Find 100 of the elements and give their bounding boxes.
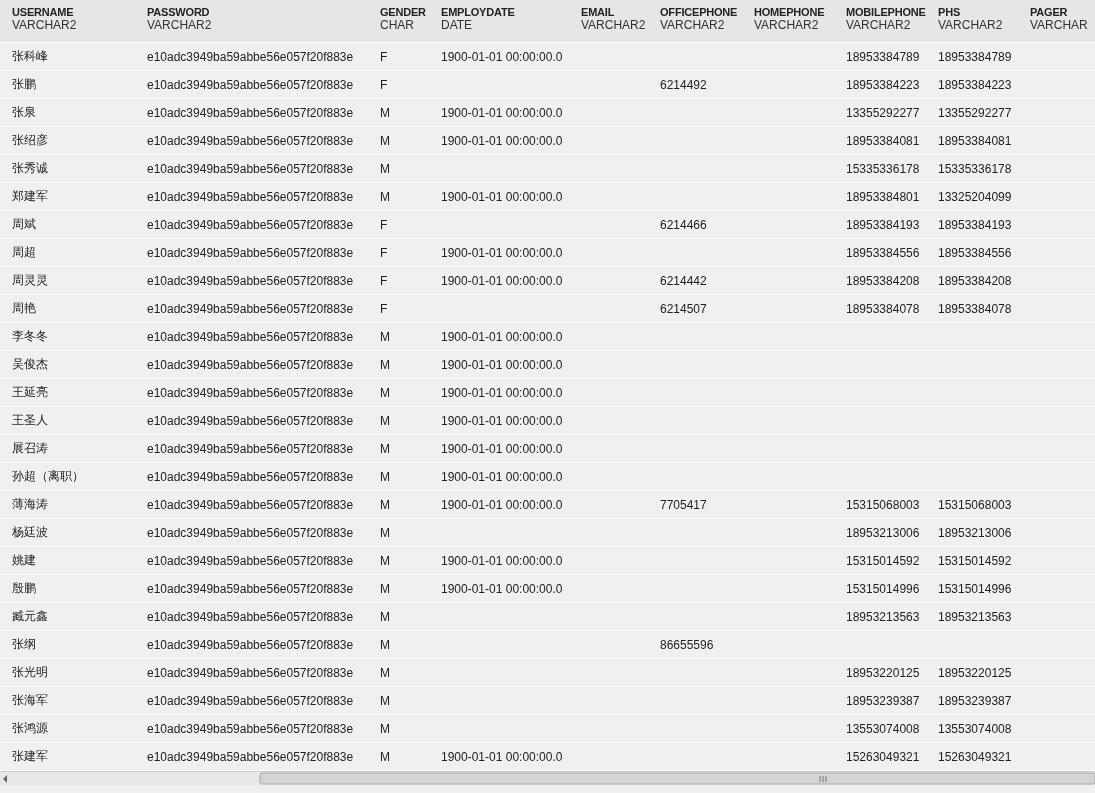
table-cell: 15315068003 [846, 497, 920, 512]
table-cell: 张绍彦 [12, 132, 48, 149]
table-cell: 展召涛 [12, 440, 48, 457]
table-cell: 18953213563 [846, 609, 920, 624]
table-cell: 张海军 [12, 692, 48, 709]
table-cell: e10adc3949ba59abbe56e057f20f883e [147, 637, 354, 652]
table-cell: M [380, 721, 390, 736]
table-cell: M [380, 665, 390, 680]
table-cell: 15263049321 [938, 749, 1012, 764]
table-cell: 18953384208 [846, 273, 920, 288]
table-cell: 1900-01-01 00:00:00.0 [441, 329, 563, 344]
column-type: VARCHAR2 [147, 18, 212, 32]
table-cell: 18953213006 [846, 525, 920, 540]
table-cell: e10adc3949ba59abbe56e057f20f883e [147, 217, 354, 232]
column-name[interactable]: EMPLOYDATE [441, 6, 515, 18]
table-cell: M [380, 497, 390, 512]
column-name[interactable]: HOMEPHONE [754, 6, 825, 18]
table-cell: M [380, 357, 390, 372]
column-name[interactable]: MOBILEPHONE [846, 6, 926, 18]
table-cell: M [380, 693, 390, 708]
table-cell: 1900-01-01 00:00:00.0 [441, 189, 563, 204]
table-cell: 吴俊杰 [12, 356, 48, 373]
table-cell: F [380, 245, 388, 260]
table-cell: 18953220125 [846, 665, 920, 680]
table-cell: 周斌 [12, 216, 36, 233]
table-cell: M [380, 609, 390, 624]
table-cell: M [380, 469, 390, 484]
table-cell: 18953213006 [938, 525, 1012, 540]
table-cell: e10adc3949ba59abbe56e057f20f883e [147, 329, 354, 344]
table-cell: 李冬冬 [12, 328, 48, 345]
table-cell: 6214466 [660, 217, 707, 232]
table-cell: 18953384223 [846, 77, 920, 92]
table-cell: 6214442 [660, 273, 707, 288]
column-type: CHAR [380, 18, 414, 32]
table-cell: 1900-01-01 00:00:00.0 [441, 441, 563, 456]
table-cell: e10adc3949ba59abbe56e057f20f883e [147, 693, 354, 708]
table-cell: 13355292277 [938, 105, 1012, 120]
column-name[interactable]: USERNAME [12, 6, 74, 18]
column-name[interactable]: PAGER [1030, 6, 1068, 18]
table-cell: 张秀诚 [12, 160, 48, 177]
table-cell: F [380, 49, 388, 64]
column-name[interactable]: PASSWORD [147, 6, 210, 18]
table-cell: 王延亮 [12, 384, 48, 401]
table-cell: F [380, 217, 388, 232]
table-cell: e10adc3949ba59abbe56e057f20f883e [147, 749, 354, 764]
table-cell: 1900-01-01 00:00:00.0 [441, 581, 563, 596]
column-name[interactable]: EMAIL [581, 6, 615, 18]
table-cell: M [380, 161, 390, 176]
table-cell: M [380, 441, 390, 456]
table-cell: 15263049321 [846, 749, 920, 764]
table-cell: e10adc3949ba59abbe56e057f20f883e [147, 49, 354, 64]
table-cell: 18953384789 [938, 49, 1012, 64]
table-cell: 王圣人 [12, 412, 48, 429]
table-cell: 1900-01-01 00:00:00.0 [441, 469, 563, 484]
table-cell: M [380, 525, 390, 540]
table-cell: e10adc3949ba59abbe56e057f20f883e [147, 189, 354, 204]
table-cell: 张鸿源 [12, 720, 48, 737]
table-cell: 18953239387 [938, 693, 1012, 708]
table-cell: 18953384556 [846, 245, 920, 260]
table-cell: e10adc3949ba59abbe56e057f20f883e [147, 665, 354, 680]
table-cell: 18953220125 [938, 665, 1012, 680]
table-cell: 张纲 [12, 636, 36, 653]
column-name[interactable]: PHS [938, 6, 961, 18]
table-cell: 18953384081 [938, 133, 1012, 148]
table-cell: 18953384081 [846, 133, 920, 148]
table-cell: 周灵灵 [12, 272, 48, 289]
table-cell: e10adc3949ba59abbe56e057f20f883e [147, 357, 354, 372]
table-cell: 13553074008 [938, 721, 1012, 736]
table-cell: M [380, 385, 390, 400]
table-cell: e10adc3949ba59abbe56e057f20f883e [147, 581, 354, 596]
table-cell: M [380, 637, 390, 652]
table-cell: M [380, 413, 390, 428]
table-cell: 姚建 [12, 552, 36, 569]
table-cell: 86655596 [660, 637, 714, 652]
table-cell: M [380, 553, 390, 568]
table-cell: 1900-01-01 00:00:00.0 [441, 105, 563, 120]
table-cell: 1900-01-01 00:00:00.0 [441, 357, 563, 372]
table-cell: e10adc3949ba59abbe56e057f20f883e [147, 721, 354, 736]
table-cell: 张建军 [12, 748, 48, 765]
column-name[interactable]: GENDER [380, 6, 426, 18]
table-cell: 15315014996 [846, 581, 920, 596]
column-type: DATE [441, 18, 473, 32]
table-cell: 1900-01-01 00:00:00.0 [441, 49, 563, 64]
table-cell: 张光明 [12, 664, 48, 681]
table-cell: e10adc3949ba59abbe56e057f20f883e [147, 105, 354, 120]
table-cell: 1900-01-01 00:00:00.0 [441, 749, 563, 764]
table-cell: 孙超（离职） [12, 468, 84, 485]
table-cell: 18953384223 [938, 77, 1012, 92]
table-cell: 1900-01-01 00:00:00.0 [441, 245, 563, 260]
table-cell: e10adc3949ba59abbe56e057f20f883e [147, 385, 354, 400]
table-cell: 6214492 [660, 77, 707, 92]
table-cell: M [380, 749, 390, 764]
horizontal-scrollbar[interactable] [0, 771, 1095, 785]
column-name[interactable]: OFFICEPHONE [660, 6, 738, 18]
table-cell: F [380, 301, 388, 316]
table-cell: 18953384193 [846, 217, 920, 232]
table-cell: e10adc3949ba59abbe56e057f20f883e [147, 469, 354, 484]
table-cell: 臧元鑫 [12, 608, 48, 625]
table-cell: 13553074008 [846, 721, 920, 736]
table-cell: e10adc3949ba59abbe56e057f20f883e [147, 609, 354, 624]
